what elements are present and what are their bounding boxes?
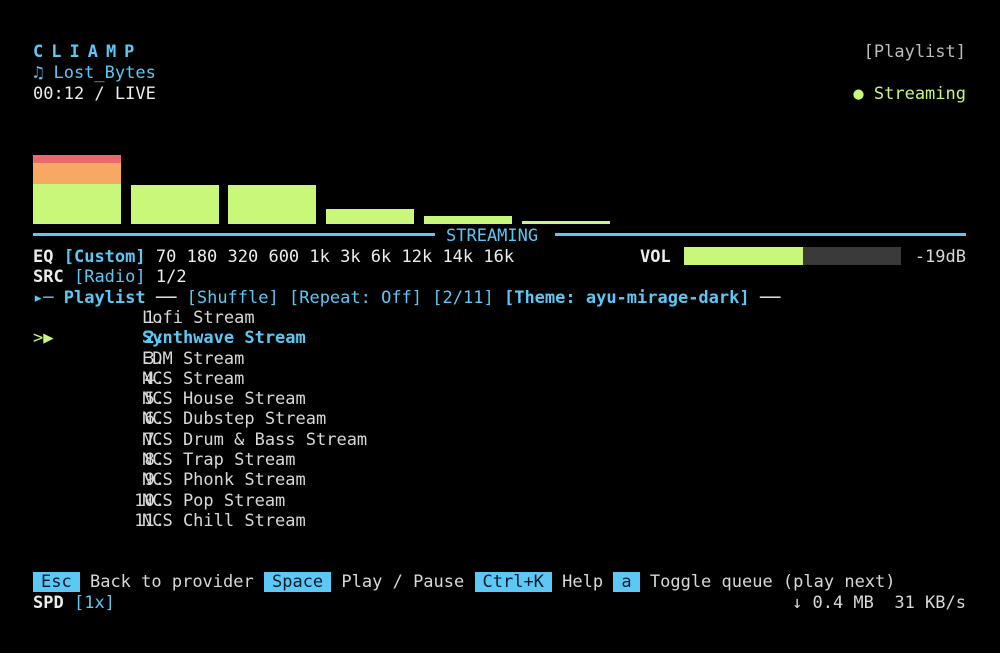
spectrum-bar — [33, 155, 121, 163]
playlist-sep: ── — [155, 288, 177, 308]
playlist-header: ▸─ Playlist ── [Shuffle] [Repeat: Off] [… — [33, 288, 780, 308]
divider-label: STREAMING — [446, 226, 539, 246]
now-playing-title: ♫ Lost_Bytes — [33, 63, 156, 83]
playlist-count: [2/11] — [432, 288, 494, 308]
key-action: Back to provider — [89, 572, 254, 592]
spectrum-bar — [33, 163, 121, 184]
spectrum-bar — [522, 221, 610, 224]
playlist-item[interactable]: 6. NCS Dubstep Stream — [33, 409, 933, 429]
spectrum-bar — [326, 209, 414, 224]
playlist-title: Playlist — [63, 288, 146, 308]
playlist-item-name: NCS Stream — [142, 368, 245, 389]
key-action: Play / Pause — [341, 572, 465, 592]
stream-status: ● Streaming — [853, 84, 966, 104]
playing-cursor-icon: >▶ — [33, 328, 54, 349]
spectrum-bar — [33, 184, 121, 224]
source-position: 1/2 — [155, 267, 187, 287]
playlist-item[interactable]: 3. EDM Stream — [33, 349, 933, 369]
app-title: CLIAMP — [33, 42, 143, 62]
playlist-item-name: EDM Stream — [142, 348, 245, 369]
playlist-item[interactable]: 5. NCS House Stream — [33, 389, 933, 409]
playlist-item-name: NCS Trap Stream — [142, 450, 296, 471]
playlist-sep-tail: ── — [759, 288, 781, 308]
source-value[interactable]: [Radio] — [74, 267, 146, 287]
speed-value[interactable]: [1x] — [74, 593, 115, 613]
source-label: SRC — [33, 267, 64, 287]
eq-label: EQ — [33, 247, 54, 267]
playlist-item[interactable]: 4. NCS Stream — [33, 369, 933, 389]
volume-slider[interactable] — [684, 247, 901, 265]
volume-db: -19dB — [914, 247, 966, 267]
volume-fill — [684, 247, 804, 265]
eq-bands[interactable]: 70 180 320 600 1k 3k 6k 12k 14k 16k — [156, 247, 514, 267]
eq-preset[interactable]: [Custom] — [64, 247, 146, 267]
spectrum-bar — [131, 185, 219, 224]
key-badge[interactable]: Esc — [33, 572, 80, 592]
spectrum-bar — [424, 216, 512, 224]
key-badge[interactable]: a — [613, 572, 640, 592]
playlist-item-name: NCS House Stream — [142, 389, 306, 410]
repeat-toggle[interactable]: [Repeat: Off] — [289, 288, 422, 308]
playlist-item-name: NCS Dubstep Stream — [142, 409, 327, 430]
eq-row: EQ [Custom] 70 180 320 600 1k 3k 6k 12k … — [33, 247, 514, 267]
network-stats: ↓ 0.4 MB 31 KB/s — [792, 593, 966, 613]
playlist-item[interactable]: 7. NCS Drum & Bass Stream — [33, 430, 933, 450]
theme-label[interactable]: [Theme: ayu-mirage-dark] — [504, 288, 750, 308]
playlist-item[interactable]: >▶ 2. Synthwave Stream — [33, 328, 933, 348]
spectrum-bar — [228, 185, 316, 224]
keybindings-bar: Esc Back to provider Space Play / Pause … — [33, 572, 896, 592]
key-action: Help — [562, 572, 604, 592]
playlist: 1. Lofi Stream >▶ 2. Synthwave Stream 3. EDM S… — [33, 308, 933, 531]
time-status: 00:12 / LIVE — [33, 84, 156, 104]
volume-label: VOL — [640, 247, 671, 267]
source-row: SRC [Radio] 1/2 — [33, 267, 187, 287]
speed-row: SPD [1x] — [33, 593, 115, 613]
view-label[interactable]: [Playlist] — [864, 42, 966, 62]
divider-line — [33, 233, 435, 236]
playlist-item-name: NCS Phonk Stream — [142, 470, 306, 491]
divider-line — [555, 233, 966, 236]
playlist-item-name: NCS Chill Stream — [142, 510, 306, 531]
playlist-item-name: Lofi Stream — [142, 308, 255, 328]
playlist-item[interactable]: 11. NCS Chill Stream — [33, 511, 933, 531]
key-badge[interactable]: Ctrl+K — [474, 572, 552, 592]
playlist-item-name: NCS Drum & Bass Stream — [142, 429, 368, 450]
key-badge[interactable]: Space — [263, 572, 332, 592]
playlist-item[interactable]: 1. Lofi Stream — [33, 308, 933, 328]
shuffle-toggle[interactable]: [Shuffle] — [187, 288, 279, 308]
playlist-item[interactable]: 8. NCS Trap Stream — [33, 450, 933, 470]
speed-label: SPD — [33, 593, 64, 613]
playlist-item[interactable]: 10. NCS Pop Stream — [33, 491, 933, 511]
playlist-item-name: Synthwave Stream — [142, 328, 306, 349]
terminal-screen: CLIAMP ♫ Lost_Bytes 00:12 / LIVE [Playli… — [0, 0, 1000, 653]
playlist-item-name: NCS Pop Stream — [142, 490, 286, 511]
playlist-item[interactable]: 9. NCS Phonk Stream — [33, 470, 933, 490]
playlist-arrow-icon: ▸─ — [33, 288, 54, 308]
key-action: Toggle queue (play next) — [649, 572, 896, 592]
